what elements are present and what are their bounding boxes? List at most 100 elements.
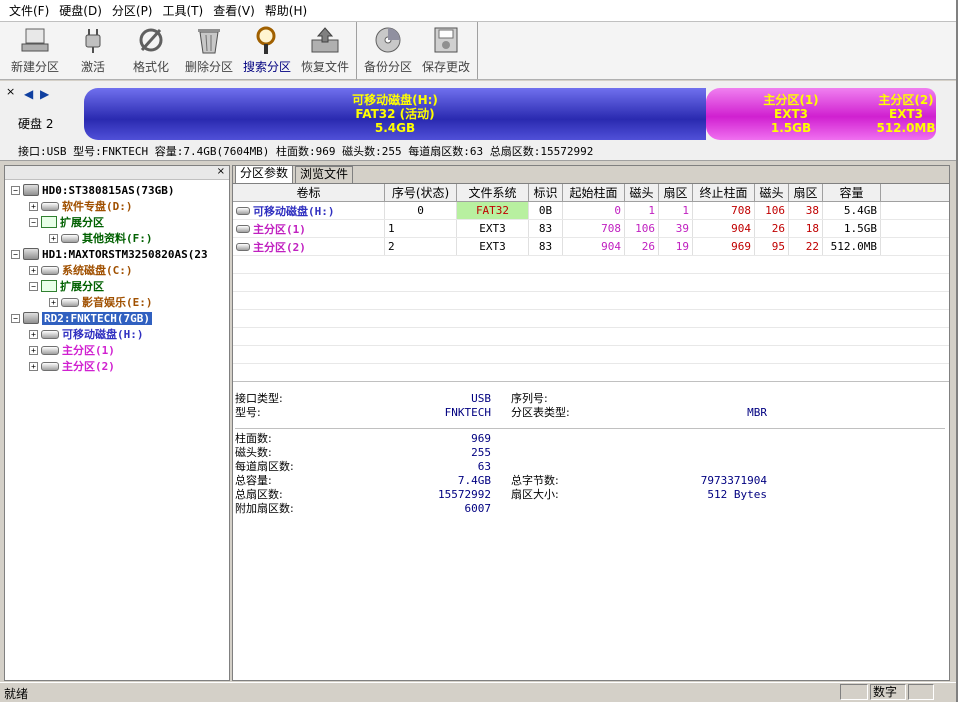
disk-label: 硬盘 2 [18, 117, 54, 131]
col-start-cyl[interactable]: 起始柱面 [563, 184, 625, 201]
segment-name: 可移动磁盘(H:) [352, 93, 438, 107]
menubar: 文件(F) 硬盘(D) 分区(P) 工具(T) 查看(V) 帮助(H) [0, 0, 956, 22]
value-spt: 63 [477, 460, 491, 473]
tree-node-hd0-p2[interactable]: + 其他资料(F:) [5, 230, 229, 246]
cell-end-sector: 38 [789, 202, 823, 219]
save-changes-button[interactable]: 保存更改 [417, 22, 475, 78]
menu-tools[interactable]: 工具(T) [158, 1, 209, 21]
tree-node-hd1-ext[interactable]: − 扩展分区 [5, 278, 229, 294]
col-end-sector[interactable]: 扇区 [789, 184, 823, 201]
extended-partition-icon [41, 280, 57, 292]
label-heads: 磁头数: [235, 446, 272, 459]
col-index[interactable]: 序号(状态) [385, 184, 457, 201]
new-partition-button[interactable]: 新建分区 [6, 22, 64, 78]
expand-icon[interactable]: + [29, 361, 38, 371]
table-row[interactable]: 主分区(2) 2 EXT3 83 904 26 19 969 95 22 512… [233, 238, 949, 256]
cell-end-cyl: 904 [693, 220, 755, 237]
close-icon[interactable]: × [217, 166, 225, 178]
format-button[interactable]: 格式化 [122, 22, 180, 78]
cell-capacity: 5.4GB [823, 202, 881, 219]
partition-icon [41, 345, 59, 355]
table-row[interactable]: 可移动磁盘(H:) 0 FAT32 0B 0 1 1 708 106 38 5.… [233, 202, 949, 220]
removable-disk-icon [23, 312, 39, 324]
collapse-icon[interactable]: − [11, 185, 20, 195]
partition-segment-fat32[interactable]: 可移动磁盘(H:) FAT32 (活动) 5.4GB [84, 88, 706, 140]
close-icon[interactable]: × [6, 85, 15, 98]
menu-disk[interactable]: 硬盘(D) [54, 1, 107, 21]
expand-icon[interactable]: + [49, 297, 58, 307]
col-end-cyl[interactable]: 终止柱面 [693, 184, 755, 201]
col-start-sector[interactable]: 扇区 [659, 184, 693, 201]
label-spt: 每道扇区数: [235, 460, 294, 473]
collapse-icon[interactable]: − [11, 313, 20, 323]
cell-end-head: 26 [755, 220, 789, 237]
partition-icon [236, 242, 250, 251]
tree-node-hd1-p2[interactable]: + 影音娱乐(E:) [5, 294, 229, 310]
search-icon [251, 25, 283, 55]
app-window: 文件(F) 硬盘(D) 分区(P) 工具(T) 查看(V) 帮助(H) 新建分区… [0, 0, 958, 702]
col-start-head[interactable]: 磁头 [625, 184, 659, 201]
tree-node-hd0-p1[interactable]: + 软件专盘(D:) [5, 198, 229, 214]
expand-icon[interactable]: + [29, 329, 38, 339]
col-end-head[interactable]: 磁头 [755, 184, 789, 201]
resize-grip-icon[interactable] [908, 684, 934, 700]
tree-node-hd0-ext[interactable]: − 扩展分区 [5, 214, 229, 230]
tree-node-hd1-p1[interactable]: + 系统磁盘(C:) [5, 262, 229, 278]
tree-label: 扩展分区 [60, 216, 104, 229]
search-partition-button[interactable]: 搜索分区 [238, 22, 296, 78]
cell-start-sector: 1 [659, 202, 693, 219]
col-id[interactable]: 标识 [529, 184, 563, 201]
format-label: 格式化 [132, 60, 169, 74]
cell-start-head: 106 [625, 220, 659, 237]
menu-partition[interactable]: 分区(P) [107, 1, 158, 21]
col-capacity[interactable]: 容量 [823, 184, 881, 201]
label-capacity: 总容量: [235, 474, 272, 487]
delete-partition-button[interactable]: 删除分区 [180, 22, 238, 78]
collapse-icon[interactable]: − [29, 217, 38, 227]
segment-name: 主分区(2) [878, 93, 934, 107]
tree-node-rd2[interactable]: − RD2:FNKTECH(7GB) [5, 310, 229, 326]
next-disk-arrow-icon[interactable]: ▶ [40, 87, 50, 101]
cell-start-sector: 39 [659, 220, 693, 237]
tab-browse-files[interactable]: 浏览文件 [295, 166, 354, 183]
tree-node-rd2-p2[interactable]: + 主分区(1) [5, 342, 229, 358]
expand-icon[interactable]: + [29, 201, 38, 211]
collapse-icon[interactable]: − [11, 249, 20, 259]
col-fs[interactable]: 文件系统 [457, 184, 529, 201]
backup-disc-icon [372, 25, 404, 55]
backup-partition-button[interactable]: 备份分区 [359, 22, 417, 78]
prev-disk-arrow-icon[interactable]: ◀ [24, 87, 34, 101]
partition-segment-ext3-2[interactable]: 主分区(2) EXT3 512.0MB [876, 88, 936, 140]
collapse-icon[interactable]: − [29, 281, 38, 291]
activate-button[interactable]: 激活 [64, 22, 122, 78]
tree-node-rd2-p1[interactable]: + 可移动磁盘(H:) [5, 326, 229, 342]
table-row-empty [233, 256, 949, 274]
disk-map-panel: × ◀ ▶ 硬盘 2 可移动磁盘(H:) FAT32 (活动) 5.4GB 主分… [0, 81, 956, 161]
menu-view[interactable]: 查看(V) [208, 1, 260, 21]
recover-files-button[interactable]: 恢复文件 [296, 22, 354, 78]
partition-icon [61, 297, 79, 307]
tree-label: 系统磁盘(C:) [62, 264, 133, 277]
cell-end-cyl: 969 [693, 238, 755, 255]
value-heads: 255 [471, 446, 491, 459]
cell-volume: 可移动磁盘(H:) [233, 202, 385, 219]
expand-icon[interactable]: + [29, 345, 38, 355]
menu-help[interactable]: 帮助(H) [260, 1, 312, 21]
table-row[interactable]: 主分区(1) 1 EXT3 83 708 106 39 904 26 18 1.… [233, 220, 949, 238]
partition-segment-ext3-1[interactable]: 主分区(1) EXT3 1.5GB [706, 88, 876, 140]
tab-partition-params[interactable]: 分区参数 [235, 165, 294, 183]
menu-file[interactable]: 文件(F) [4, 1, 54, 21]
expand-icon[interactable]: + [29, 265, 38, 275]
segment-fs: EXT3 [889, 107, 923, 121]
label-serial: 序列号: [511, 392, 548, 405]
tab-bar: 分区参数 浏览文件 [233, 165, 949, 184]
tree-label: 软件专盘(D:) [62, 200, 133, 213]
tree-node-hd1[interactable]: − HD1:MAXTORSTM3250820AS(23 [5, 246, 229, 262]
tree-node-hd0[interactable]: − HD0:ST380815AS(73GB) [5, 182, 229, 198]
tree-node-rd2-p3[interactable]: + 主分区(2) [5, 358, 229, 374]
tree-pane-header: × [5, 166, 229, 180]
recover-files-label: 恢复文件 [300, 60, 349, 74]
col-volume[interactable]: 卷标 [233, 184, 385, 201]
expand-icon[interactable]: + [49, 233, 58, 243]
value-iface: USB [471, 392, 491, 405]
